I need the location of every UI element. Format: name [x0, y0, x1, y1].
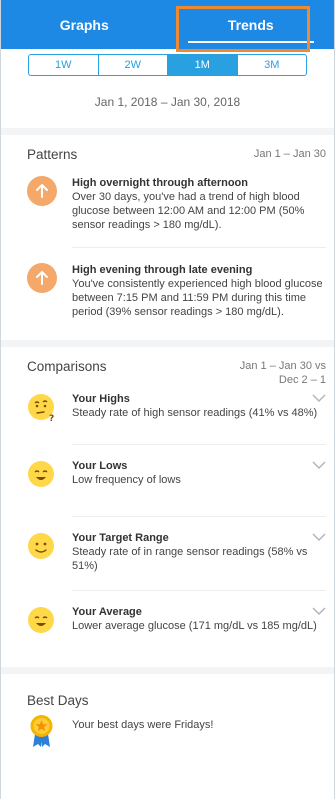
- range-selector: 1W 2W 1M 3M: [28, 54, 307, 76]
- medal-icon: [27, 712, 59, 753]
- comparisons-period: Jan 1 – Jan 30 vs Dec 2 – 1: [240, 359, 326, 387]
- arrow-up-icon: [27, 176, 59, 232]
- chevron-down-icon[interactable]: [312, 394, 326, 403]
- patterns-period: Jan 1 – Jan 30: [253, 148, 326, 160]
- pattern-item-text: Over 30 days, you've had a trend of high…: [72, 191, 305, 231]
- best-days-item: Your best days were Fridays!: [1, 712, 334, 753]
- comparison-item-body: Your Highs Steady rate of high sensor re…: [72, 392, 326, 427]
- date-range-label: Jan 1, 2018 – Jan 30, 2018: [94, 95, 241, 109]
- tab-trends[interactable]: Trends: [168, 0, 335, 49]
- range-option-1w[interactable]: 1W: [29, 55, 98, 75]
- range-selector-wrap: 1W 2W 1M 3M: [1, 49, 334, 76]
- patterns-header: Patterns Jan 1 – Jan 30: [1, 135, 334, 162]
- comparisons-period-line1: Jan 1 – Jan 30 vs: [239, 360, 326, 372]
- range-option-2w[interactable]: 2W: [97, 55, 168, 75]
- comparison-divider: [72, 444, 326, 445]
- pattern-item-title: High evening through late evening: [72, 264, 253, 276]
- top-tab-bar: Graphs Trends: [1, 0, 334, 49]
- pattern-item[interactable]: High overnight through afternoon Over 30…: [1, 176, 334, 232]
- comparisons-header: Comparisons Jan 1 – Jan 30 vs Dec 2 – 1: [1, 347, 334, 387]
- pattern-divider: [72, 247, 326, 248]
- comparison-divider: [72, 590, 326, 591]
- comparison-item-body: Your Lows Low frequency of lows: [72, 459, 326, 494]
- tab-graphs[interactable]: Graphs: [1, 0, 168, 49]
- section-separator: [1, 128, 334, 135]
- chevron-down-icon[interactable]: [312, 461, 326, 470]
- comparison-item-text: Low frequency of lows: [72, 474, 181, 486]
- comparisons-period-line2: Dec 2 – 1: [278, 374, 326, 386]
- tab-trends-label: Trends: [227, 16, 274, 33]
- comparisons-section: Comparisons Jan 1 – Jan 30 vs Dec 2 – 1 …: [1, 347, 334, 640]
- section-separator: [1, 667, 334, 674]
- range-option-1m[interactable]: 1M: [167, 55, 237, 75]
- comparison-item-title: Your Target Range: [72, 532, 169, 544]
- pattern-item-title: High overnight through afternoon: [72, 177, 248, 189]
- best-days-title: Best Days: [27, 693, 89, 708]
- comparison-item-text: Steady rate of high sensor readings (41%…: [72, 407, 318, 419]
- patterns-title: Patterns: [27, 147, 78, 162]
- comparison-item-title: Your Average: [72, 606, 142, 618]
- app-frame: Graphs Trends 1W 2W 1M 3M Jan 1, 2018 – …: [0, 0, 335, 799]
- winking-face-icon: [27, 605, 59, 640]
- best-days-section: Best Days Your best days were Fridays!: [1, 674, 334, 753]
- chevron-down-icon[interactable]: [312, 533, 326, 542]
- patterns-section: Patterns Jan 1 – Jan 30 High overnight t…: [1, 135, 334, 319]
- comparison-item-title: Your Highs: [72, 393, 130, 405]
- comparison-item-average[interactable]: Your Average Lower average glucose (171 …: [1, 605, 334, 640]
- winking-face-icon: [27, 459, 59, 494]
- comparisons-title: Comparisons: [27, 359, 107, 374]
- comparison-item-target-range[interactable]: Your Target Range Steady rate of in rang…: [1, 531, 334, 573]
- tab-graphs-label: Graphs: [59, 16, 109, 33]
- pattern-item-body: High evening through late evening You've…: [72, 263, 326, 319]
- best-days-header: Best Days: [1, 674, 334, 708]
- comparison-item-text: Steady rate of in range sensor readings …: [72, 546, 308, 572]
- comparison-divider: [72, 516, 326, 517]
- best-days-text: Your best days were Fridays!: [72, 719, 214, 731]
- comparison-item-highs[interactable]: ? Your Highs Steady rate of high sensor …: [1, 392, 334, 427]
- smiling-face-icon: [27, 531, 59, 573]
- svg-text:?: ?: [49, 414, 54, 422]
- comparison-item-title: Your Lows: [72, 460, 128, 472]
- pattern-item-body: High overnight through afternoon Over 30…: [72, 176, 326, 232]
- pattern-item[interactable]: High evening through late evening You've…: [1, 263, 334, 319]
- comparison-item-text: Lower average glucose (171 mg/dL vs 185 …: [72, 620, 317, 632]
- arrow-up-icon: [27, 263, 59, 319]
- comparison-item-lows[interactable]: Your Lows Low frequency of lows: [1, 459, 334, 494]
- section-separator: [1, 340, 334, 347]
- pattern-item-text: You've consistently experienced high blo…: [72, 278, 323, 318]
- chevron-down-icon[interactable]: [312, 607, 326, 616]
- comparison-item-body: Your Average Lower average glucose (171 …: [72, 605, 326, 640]
- comparison-item-body: Your Target Range Steady rate of in rang…: [72, 531, 326, 573]
- thinking-face-icon: ?: [27, 392, 59, 427]
- range-option-3m[interactable]: 3M: [236, 55, 307, 75]
